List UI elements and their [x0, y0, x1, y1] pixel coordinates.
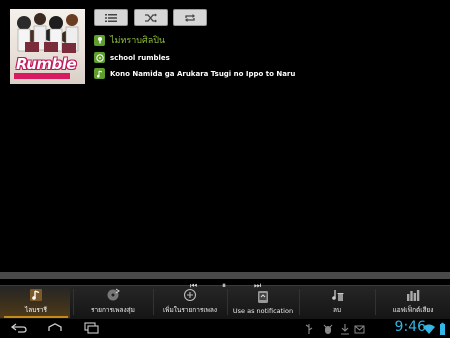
- equalizer-icon: [406, 288, 420, 302]
- active-tab-indicator: [4, 316, 68, 318]
- tab-label: ไลบรารี: [24, 306, 47, 314]
- tab-library[interactable]: ไลบรารี: [0, 286, 72, 318]
- track-title: Kono Namida ga Arukara Tsugi no Ippo to …: [110, 69, 296, 78]
- tab-sound-effects[interactable]: แอฟเฟ็กต์เสียง: [376, 286, 450, 318]
- music-library-icon: [29, 288, 43, 302]
- status-icons: [305, 321, 365, 335]
- recent-apps-icon: [84, 322, 99, 334]
- artist-row: ไม่ทราบศิลปิน: [94, 33, 165, 47]
- tab-label: ลบ: [332, 306, 342, 314]
- delete-icon: [330, 288, 344, 302]
- tab-use-as-notification[interactable]: Use as notification: [228, 286, 298, 318]
- album-logo-strip: [14, 73, 70, 79]
- shuffle-button[interactable]: [134, 9, 168, 26]
- artist-icon: [94, 34, 105, 46]
- shuffle-icon: [145, 13, 157, 22]
- back-icon: [11, 323, 27, 333]
- tab-label: รายการเพลงสุ่ม: [91, 306, 135, 314]
- repeat-icon: [185, 13, 195, 22]
- wifi-icon: [423, 324, 435, 334]
- tab-label: แอฟเฟ็กต์เสียง: [392, 306, 434, 314]
- tab-party-shuffle[interactable]: รายการเพลงสุ่ม: [74, 286, 152, 318]
- mail-icon: [354, 325, 365, 334]
- track-row: Kono Namida ga Arukara Tsugi no Ippo to …: [94, 68, 295, 79]
- album-row: school rumbles: [94, 52, 170, 63]
- usb-debug-icon: [323, 324, 333, 334]
- tab-delete[interactable]: ลบ: [300, 286, 374, 318]
- tab-add-to-playlist[interactable]: เพิ่มในรายการเพลง: [154, 286, 226, 318]
- home-button[interactable]: [46, 321, 64, 335]
- artist-name: ไม่ทราบศิลปิน: [110, 36, 166, 46]
- usb-icon: [305, 324, 313, 334]
- album-icon: [94, 52, 105, 63]
- repeat-button[interactable]: [173, 9, 207, 26]
- connectivity-icons: [422, 321, 448, 335]
- download-icon: [341, 324, 349, 335]
- battery-icon: [440, 322, 445, 335]
- album-art: Rumble: [10, 9, 85, 84]
- notification-icon: [256, 290, 270, 304]
- playback-progress-bar[interactable]: [0, 272, 450, 279]
- recent-apps-button[interactable]: [82, 321, 100, 335]
- album-name: school rumbles: [110, 53, 170, 62]
- party-shuffle-icon: [106, 288, 120, 302]
- album-logo: Rumble: [16, 55, 77, 73]
- system-navigation-bar: [0, 319, 450, 338]
- tab-label: เพิ่มในรายการเพลง: [162, 306, 218, 314]
- home-icon: [48, 323, 62, 331]
- queue-list-button[interactable]: [94, 9, 128, 26]
- add-to-playlist-icon: [183, 288, 197, 302]
- back-button[interactable]: [10, 321, 28, 335]
- song-icon: [94, 68, 105, 79]
- tab-label: Use as notification: [232, 307, 294, 315]
- list-icon: [105, 13, 117, 22]
